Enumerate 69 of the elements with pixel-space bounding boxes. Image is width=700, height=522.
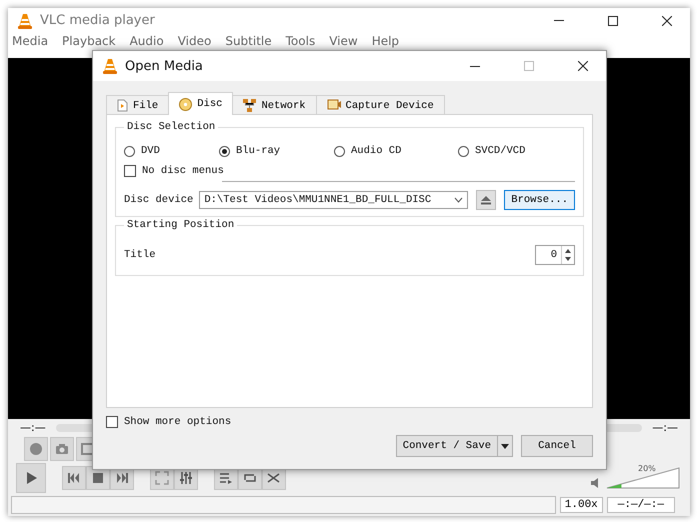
menu-item[interactable]: Media bbox=[12, 35, 48, 47]
play-icon bbox=[24, 471, 38, 485]
browse-button[interactable]: Browse... bbox=[504, 190, 575, 210]
field-label: Title bbox=[124, 249, 156, 261]
window-title: VLC media player bbox=[40, 13, 156, 28]
menu-item[interactable]: Playback bbox=[62, 35, 116, 47]
eject-button[interactable] bbox=[476, 190, 496, 210]
play-button[interactable] bbox=[16, 463, 46, 493]
dialog-title: Open Media bbox=[125, 58, 204, 74]
maximize-icon bbox=[524, 61, 534, 71]
volume-slider[interactable] bbox=[606, 467, 680, 489]
stop-icon bbox=[91, 471, 105, 485]
close-icon bbox=[662, 16, 672, 26]
minimize-icon bbox=[554, 20, 564, 21]
radio-button[interactable] bbox=[334, 146, 345, 156]
record-icon bbox=[29, 442, 43, 456]
field-label: Disc device bbox=[124, 194, 194, 206]
menu-item[interactable]: Audio bbox=[130, 35, 164, 47]
menu-item[interactable]: Subtitle bbox=[225, 35, 272, 47]
radio-label: DVD bbox=[141, 145, 160, 157]
menu-item[interactable]: Video bbox=[178, 35, 212, 47]
radio-label: Audio CD bbox=[351, 145, 402, 157]
file-icon bbox=[117, 99, 128, 112]
menu-item[interactable]: View bbox=[329, 35, 358, 47]
group-title: Disc Selection bbox=[126, 121, 216, 133]
menu-item[interactable]: Help bbox=[372, 35, 400, 47]
checkbox-label: No disc menus bbox=[142, 165, 224, 177]
eject-icon bbox=[481, 196, 492, 204]
radio-label: SVCD/VCD bbox=[475, 145, 526, 157]
tab[interactable]: Disc bbox=[168, 92, 234, 115]
checkbox[interactable] bbox=[106, 416, 118, 428]
checkbox[interactable] bbox=[124, 165, 136, 177]
network-icon bbox=[243, 99, 256, 112]
playback-speed[interactable]: 1.00x bbox=[560, 497, 603, 513]
snapshot-button[interactable] bbox=[50, 437, 74, 461]
chevron-down-icon bbox=[454, 197, 464, 203]
sliders-icon bbox=[179, 471, 193, 485]
radio-button[interactable] bbox=[124, 146, 135, 156]
menu-item[interactable]: Tools bbox=[286, 35, 316, 47]
capture-icon bbox=[326, 99, 341, 112]
volume-reading: 20% bbox=[638, 464, 656, 473]
radio-button[interactable] bbox=[219, 146, 230, 156]
disc-icon bbox=[179, 98, 192, 110]
maximize-icon bbox=[608, 16, 618, 26]
playlist-icon bbox=[219, 471, 233, 485]
cone-icon bbox=[18, 12, 32, 28]
time-display: —:—/—:— bbox=[606, 497, 675, 513]
camera-icon bbox=[55, 442, 69, 456]
elapsed-time: —:— bbox=[20, 421, 46, 434]
tab[interactable]: Network bbox=[232, 95, 317, 115]
convert-save-button[interactable]: Convert / Save bbox=[396, 435, 513, 457]
previous-button[interactable] bbox=[62, 466, 86, 490]
cancel-button[interactable]: Cancel bbox=[521, 435, 593, 457]
total-time: —:— bbox=[652, 421, 678, 434]
title-spinbox[interactable]: 0 bbox=[535, 245, 575, 265]
disc-device-dropdown[interactable]: D:\Test Videos\MMU1NNE1_BD_FULL_DISC bbox=[199, 191, 468, 209]
radio-label: Blu-ray bbox=[236, 145, 280, 157]
tab[interactable]: File bbox=[106, 95, 170, 115]
spin-arrows-icon bbox=[561, 246, 574, 264]
cone-icon bbox=[103, 58, 117, 74]
caret-icon bbox=[501, 444, 509, 448]
radio-button[interactable] bbox=[458, 146, 469, 156]
checkbox-label: Show more options bbox=[124, 416, 232, 428]
next-icon bbox=[115, 471, 129, 485]
group-title: Starting Position bbox=[126, 219, 236, 231]
speaker-icon[interactable] bbox=[590, 477, 600, 489]
close-icon bbox=[578, 61, 588, 71]
previous-icon bbox=[67, 471, 81, 485]
tab[interactable]: Capture Device bbox=[316, 95, 445, 115]
